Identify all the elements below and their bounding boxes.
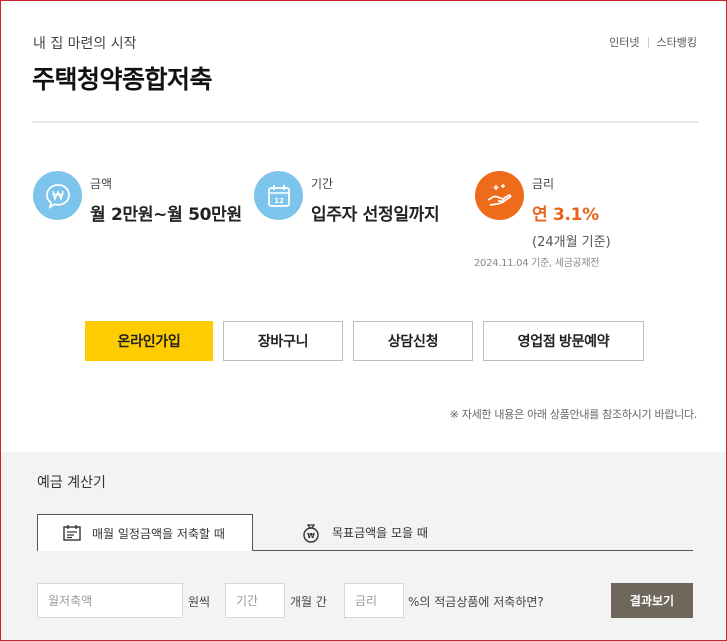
- product-subtitle: 내 집 마련의 시작: [33, 36, 137, 52]
- title-divider: [32, 121, 698, 123]
- starbanking-link[interactable]: 스타뱅킹: [657, 34, 697, 50]
- svg-text:12: 12: [274, 197, 284, 205]
- rate-value: 연 3.1%: [532, 205, 599, 225]
- info-amount: 금액 월 2만원~월 50만원: [33, 171, 242, 225]
- rate-basis: (24개월 기준): [532, 235, 611, 250]
- period-value: 입주자 선정일까지: [311, 205, 440, 225]
- calendar-icon: 12: [254, 171, 303, 220]
- tab-monthly-saving[interactable]: 매월 일정금액을 저축할 때: [37, 514, 253, 551]
- tab-monthly-label: 매월 일정금액을 저축할 때: [92, 526, 225, 541]
- amount-value: 월 2만원~월 50만원: [90, 205, 242, 225]
- rate-unit: %의 적금상품에 저축하면?: [408, 595, 544, 609]
- won-speech-icon: [33, 171, 82, 220]
- period-label: 기간: [311, 177, 334, 191]
- deposit-calculator: 예금 계산기 매월 일정금액을 저축할 때 ₩ 목표금액을 모을 때 원씩: [0, 452, 727, 641]
- channel-links: 인터넷 스타뱅킹: [609, 34, 697, 50]
- product-title: 주택청약종합저축: [32, 65, 213, 94]
- money-bag-icon: ₩: [300, 523, 322, 543]
- tab-target-label: 목표금액을 모을 때: [332, 526, 428, 540]
- svg-text:₩: ₩: [307, 532, 315, 540]
- footnote: ※ 자세한 내용은 아래 상품안내를 참조하시기 바랍니다.: [449, 408, 698, 421]
- calculator-title: 예금 계산기: [37, 475, 106, 491]
- branch-visit-button[interactable]: 영업점 방문예약: [483, 321, 644, 361]
- monthly-unit: 원씩: [188, 595, 211, 609]
- link-divider: [647, 36, 649, 48]
- online-join-button[interactable]: 온라인가입: [85, 321, 213, 361]
- cart-button[interactable]: 장바구니: [223, 321, 343, 361]
- hand-sparkle-icon: [475, 171, 524, 220]
- consult-button[interactable]: 상담신청: [353, 321, 473, 361]
- info-period: 12 기간 입주자 선정일까지: [254, 171, 440, 225]
- rate-label: 금리: [532, 177, 555, 191]
- amount-label: 금액: [90, 177, 113, 191]
- monthly-amount-input[interactable]: [37, 583, 183, 618]
- product-summary: 내 집 마련의 시작 주택청약종합저축 인터넷 스타뱅킹 금액 월 2만원~월 …: [0, 0, 727, 452]
- rate-note: 2024.11.04 기준, 세금공제전: [474, 258, 600, 269]
- calculator-icon: [62, 524, 82, 542]
- result-button[interactable]: 결과보기: [611, 583, 693, 618]
- rate-input[interactable]: [344, 583, 404, 618]
- internet-link[interactable]: 인터넷: [609, 34, 639, 50]
- period-input[interactable]: [225, 583, 285, 618]
- info-rate: 금리 연 3.1% (24개월 기준): [475, 171, 611, 250]
- period-unit: 개월 간: [290, 595, 327, 609]
- tab-target-amount[interactable]: ₩ 목표금액을 모을 때: [300, 514, 428, 551]
